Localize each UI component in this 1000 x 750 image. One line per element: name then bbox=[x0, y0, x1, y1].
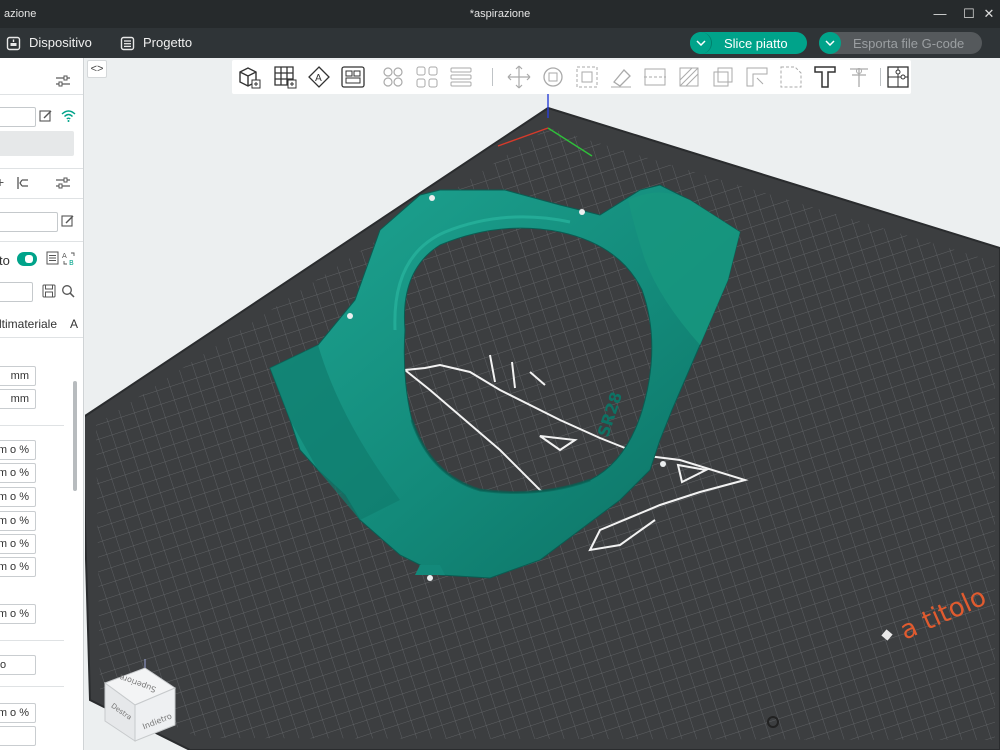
split-parts-icon[interactable] bbox=[414, 64, 440, 90]
color-paint-icon[interactable] bbox=[778, 64, 804, 90]
move-icon[interactable] bbox=[506, 64, 532, 90]
project-icon bbox=[120, 36, 135, 50]
process-select[interactable] bbox=[0, 212, 58, 232]
tab-device[interactable]: Dispositivo bbox=[6, 28, 92, 58]
compare-icon[interactable]: AB bbox=[62, 251, 76, 266]
edit-icon[interactable] bbox=[61, 214, 75, 228]
percent-field[interactable]: m o % bbox=[0, 463, 36, 483]
seam-paint-icon[interactable] bbox=[710, 64, 736, 90]
svg-text:A: A bbox=[315, 73, 322, 84]
panel-scrollbar[interactable] bbox=[73, 381, 77, 491]
wifi-icon[interactable] bbox=[61, 109, 76, 122]
value-field-mm[interactable]: mm bbox=[0, 366, 36, 386]
value-field-mm[interactable]: mm bbox=[0, 389, 36, 409]
list-icon[interactable] bbox=[46, 251, 59, 265]
percent-field[interactable]: m o % bbox=[0, 604, 36, 624]
rotate-icon[interactable] bbox=[540, 64, 566, 90]
menu-bar: Dispositivo Progetto Slice piatto Esport… bbox=[0, 28, 1000, 58]
viewport-toolbar: A bbox=[232, 60, 911, 94]
left-settings-panel: + to AB ltimateriale A mm mm m o % m o %… bbox=[0, 58, 84, 750]
scale-icon[interactable] bbox=[574, 64, 600, 90]
filament-sync-icon[interactable] bbox=[16, 176, 32, 190]
save-icon[interactable] bbox=[42, 284, 56, 298]
lay-on-face-icon[interactable] bbox=[608, 64, 634, 90]
export-label: Esporta file G-code bbox=[853, 35, 965, 51]
advanced-label: to bbox=[0, 253, 10, 268]
percent-field[interactable]: m o % bbox=[0, 557, 36, 577]
close-button[interactable]: ✕ bbox=[975, 4, 1000, 24]
export-dropdown-toggle[interactable] bbox=[819, 32, 841, 54]
export-gcode-button[interactable]: Esporta file G-code bbox=[819, 32, 982, 54]
percent-field[interactable]: m o % bbox=[0, 487, 36, 507]
printer-icon bbox=[6, 36, 21, 50]
search-icon[interactable] bbox=[61, 284, 75, 298]
split-objects-icon[interactable] bbox=[380, 64, 406, 90]
chevron-down-icon bbox=[695, 40, 706, 46]
edit-icon[interactable] bbox=[39, 109, 53, 123]
title-bar: azione *aspirazione — ☐ ✕ bbox=[0, 0, 1000, 28]
slice-dropdown-toggle[interactable] bbox=[690, 32, 712, 54]
support-paint-icon[interactable] bbox=[676, 64, 702, 90]
auto-orient-icon[interactable]: A bbox=[306, 64, 332, 90]
document-title: *aspirazione bbox=[469, 8, 531, 20]
svg-text:B: B bbox=[69, 259, 74, 266]
add-plate-icon[interactable] bbox=[272, 64, 298, 90]
chevron-down-icon bbox=[825, 40, 835, 46]
value-field[interactable]: o bbox=[0, 655, 36, 675]
build-scene: a titolo SR28 bbox=[85, 82, 1000, 750]
svg-text:A: A bbox=[62, 252, 67, 260]
svg-emboss-icon[interactable] bbox=[846, 64, 872, 90]
slice-plate-button[interactable]: Slice piatto bbox=[690, 32, 807, 54]
measure-icon[interactable] bbox=[744, 64, 770, 90]
printer-select[interactable] bbox=[0, 107, 36, 127]
advanced-toggle[interactable] bbox=[17, 252, 37, 266]
arrange-icon[interactable] bbox=[340, 64, 366, 90]
add-object-icon[interactable] bbox=[236, 64, 262, 90]
value-field[interactable] bbox=[0, 726, 36, 746]
settings-sliders-icon[interactable] bbox=[55, 74, 71, 88]
project-label: Progetto bbox=[143, 35, 193, 50]
add-icon[interactable]: + bbox=[0, 174, 4, 190]
navigation-cube[interactable]: Superiore Indietro Destra bbox=[100, 653, 180, 743]
percent-field[interactable]: m o % bbox=[0, 534, 36, 554]
layers-icon[interactable] bbox=[448, 64, 474, 90]
assembly-icon[interactable] bbox=[885, 64, 911, 90]
percent-field[interactable]: m o % bbox=[0, 440, 36, 460]
tab-multimaterial[interactable]: ltimateriale bbox=[0, 317, 57, 331]
device-label: Dispositivo bbox=[29, 35, 92, 50]
filament-settings-icon[interactable] bbox=[55, 176, 71, 190]
app-window: azione *aspirazione — ☐ ✕ Dispositivo Pr… bbox=[0, 0, 1000, 750]
3d-viewport[interactable]: a titolo SR28 <> A Superiore Indietro De… bbox=[85, 58, 1000, 750]
plate-type-box[interactable] bbox=[0, 131, 74, 156]
tab-project[interactable]: Progetto bbox=[120, 28, 192, 58]
collapse-sidebar-button[interactable]: <> bbox=[87, 60, 107, 78]
percent-field[interactable]: m o % bbox=[0, 703, 36, 723]
cut-icon[interactable] bbox=[642, 64, 668, 90]
slice-label: Slice piatto bbox=[724, 35, 788, 51]
percent-field[interactable]: m o % bbox=[0, 511, 36, 531]
tab-a[interactable]: A bbox=[70, 317, 78, 331]
search-field[interactable] bbox=[0, 282, 33, 302]
text-tool-icon[interactable] bbox=[812, 64, 838, 90]
minimize-button[interactable]: — bbox=[926, 4, 954, 24]
